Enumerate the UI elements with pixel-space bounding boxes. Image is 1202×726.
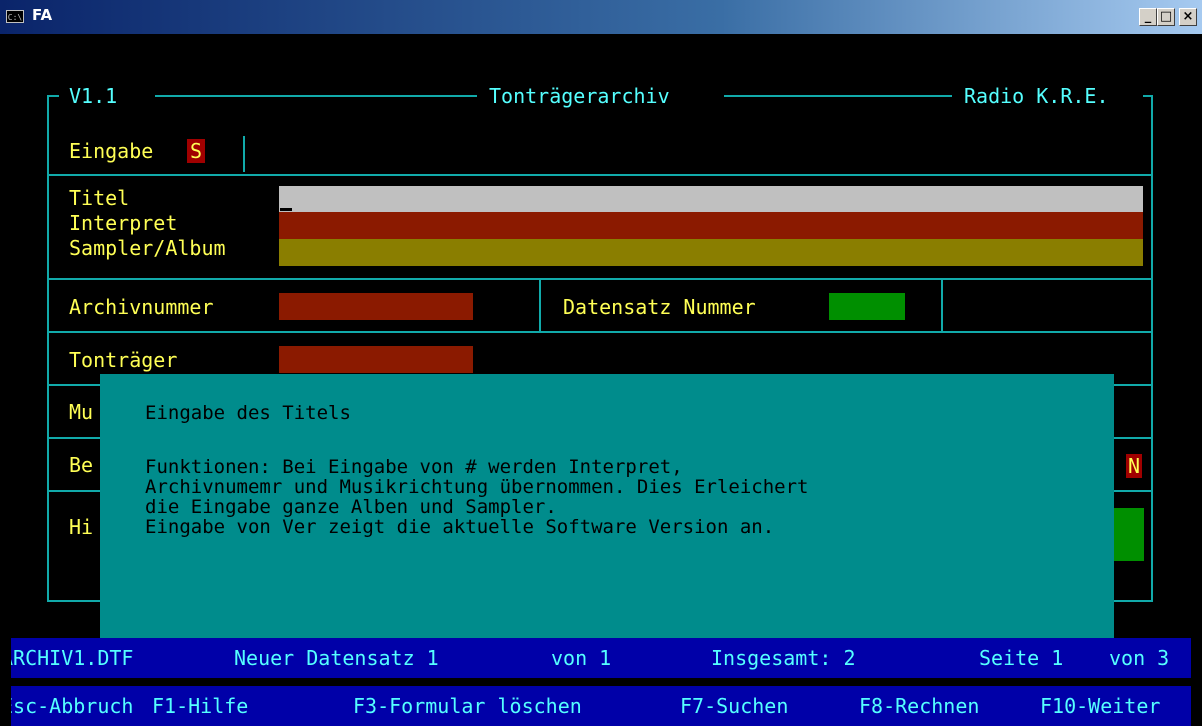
hi-label: Hi: [69, 515, 94, 539]
console-icon[interactable]: C:\: [6, 10, 24, 23]
text-cursor: [280, 208, 292, 211]
help-line-3: die Eingabe ganze Alben und Sampler.: [145, 496, 557, 518]
tontraeger-label: Tonträger: [69, 348, 178, 372]
frame-top-seg4: [1143, 95, 1153, 97]
function-key-bar: Esc-Abbruch F1-Hilfe F3-Formular löschen…: [11, 686, 1191, 726]
f10-next-key[interactable]: F10-Weiter: [1040, 694, 1160, 718]
minimize-button[interactable]: _: [1139, 8, 1157, 26]
interpret-label: Interpret: [69, 211, 178, 235]
app-title: Tonträgerarchiv: [489, 84, 670, 108]
hi-value: [1112, 508, 1144, 561]
archivnummer-input[interactable]: [279, 293, 473, 320]
datensatz-label: Datensatz Nummer: [563, 295, 756, 319]
page-number: Seite 1: [979, 646, 1064, 670]
frame-top-seg3: [724, 95, 952, 97]
divider-2: [47, 278, 1153, 280]
help-line-4: Eingabe von Ver zeigt die aktuelle Softw…: [145, 516, 775, 538]
frame-right: [1151, 95, 1153, 601]
mode-label: Eingabe: [69, 139, 154, 163]
record-status: Neuer Datensatz 1: [234, 646, 439, 670]
mode-value[interactable]: S: [187, 139, 205, 163]
window-title: FA: [32, 6, 53, 24]
frame-left: [47, 95, 49, 601]
titel-label: Titel: [69, 186, 130, 210]
frame-top-seg2: [155, 95, 477, 97]
total-count: Insgesamt: 2: [711, 646, 856, 670]
version-label: V1.1: [69, 84, 118, 108]
help-dialog: Eingabe des Titels Funktionen: Bei Einga…: [100, 374, 1114, 642]
help-line-2: Archivnumemr und Musikrichtung übernomme…: [145, 476, 809, 498]
page-count: von 3: [1109, 646, 1170, 670]
maximize-button[interactable]: □: [1157, 8, 1175, 26]
frame-top-seg1: [47, 95, 59, 97]
be-label: Be: [69, 453, 94, 477]
sampler-label: Sampler/Album: [69, 236, 226, 260]
divider-3: [47, 331, 1153, 333]
f8-calc-key[interactable]: F8-Rechnen: [859, 694, 979, 718]
status-bar: ARCHIV1.DTF Neuer Datensatz 1 von 1 Insg…: [11, 638, 1191, 678]
be-flag[interactable]: N: [1126, 454, 1142, 478]
musikrichtung-label: Mu: [69, 400, 94, 424]
archivnummer-label: Archivnummer: [69, 295, 214, 319]
datensatz-value: [829, 293, 905, 320]
mode-separator: [243, 136, 245, 172]
terminal-screen: V1.1 Tonträgerarchiv Radio K.R.E. Eingab…: [11, 34, 1191, 726]
title-bar[interactable]: C:\ FA _ □ ×: [0, 0, 1202, 34]
interpret-input[interactable]: [279, 212, 1143, 239]
f3-clear-key[interactable]: F3-Formular löschen: [353, 694, 582, 718]
tontraeger-input[interactable]: [279, 346, 473, 373]
record-box-left: [539, 278, 541, 331]
station-name: Radio K.R.E.: [964, 84, 1109, 108]
f7-search-key[interactable]: F7-Suchen: [680, 694, 788, 718]
help-line-1: Funktionen: Bei Eingabe von # werden Int…: [145, 456, 683, 478]
help-heading: Eingabe des Titels: [145, 402, 351, 424]
console-window: C:\ FA _ □ × V1.1 Tonträgerarchiv Radio …: [0, 0, 1202, 726]
divider-1: [47, 174, 1153, 176]
sampler-input[interactable]: [279, 239, 1143, 266]
close-button[interactable]: ×: [1179, 8, 1197, 26]
record-count: von 1: [551, 646, 612, 670]
f1-help-key[interactable]: F1-Hilfe: [152, 694, 248, 718]
record-box-right: [941, 278, 943, 331]
esc-key[interactable]: Esc-Abbruch: [11, 694, 133, 718]
file-name: ARCHIV1.DTF: [11, 646, 134, 670]
titel-input[interactable]: [279, 186, 1143, 212]
